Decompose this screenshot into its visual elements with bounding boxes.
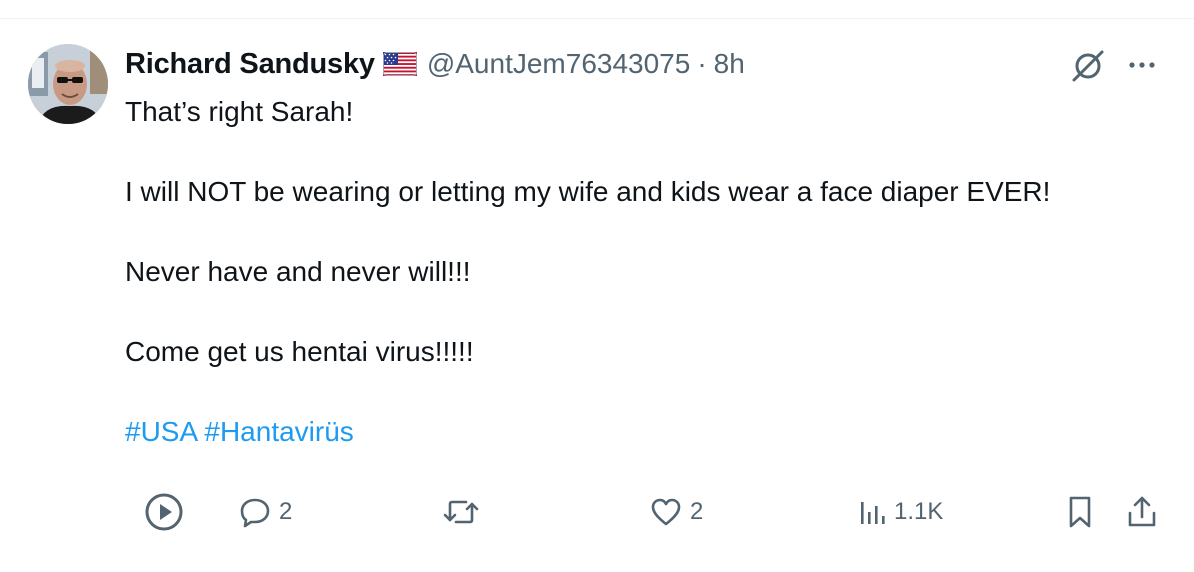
play-button[interactable]	[143, 490, 185, 534]
us-flag-icon	[382, 52, 417, 76]
tweet-paragraph: Never have and never will!!!	[125, 256, 471, 287]
views-button[interactable]: 1.1K	[858, 490, 943, 534]
repost-button[interactable]	[440, 490, 482, 534]
grok-icon[interactable]	[1068, 46, 1108, 86]
tweet-body: That’s right Sarah! I will NOT be wearin…	[125, 92, 1165, 452]
views-count: 1.1K	[894, 498, 944, 525]
author-display-name[interactable]: Richard Sandusky	[125, 48, 375, 81]
play-icon	[143, 491, 185, 533]
tweet-timestamp[interactable]: 8h	[714, 48, 745, 80]
heart-icon	[648, 494, 684, 530]
tweet-header: Richard Sandusky @AuntJem76343075 · 8h	[125, 44, 745, 84]
reply-icon	[237, 494, 273, 530]
repost-icon	[440, 494, 482, 530]
hashtag-usa[interactable]: #USA	[125, 416, 197, 447]
like-count: 2	[690, 498, 704, 525]
tweet-paragraph: Come get us hentai virus!!!!!	[125, 336, 474, 367]
views-icon	[858, 494, 888, 530]
top-divider	[0, 18, 1194, 19]
tweet-paragraph: That’s right Sarah!	[125, 96, 354, 127]
author-handle[interactable]: @AuntJem76343075	[427, 48, 691, 80]
hashtag-line: #USA #Hantavirüs	[125, 412, 1165, 452]
reply-button[interactable]: 2	[237, 490, 292, 534]
bookmark-icon	[1064, 493, 1096, 531]
hashtag-hantavirus[interactable]: #Hantavirüs	[204, 416, 353, 447]
share-icon	[1124, 493, 1160, 531]
more-icon[interactable]	[1124, 50, 1160, 80]
share-button[interactable]	[1124, 490, 1160, 534]
tweet-paragraph: I will NOT be wearing or letting my wife…	[125, 176, 1051, 207]
like-button[interactable]: 2	[648, 490, 703, 534]
action-bar: 2 2 1.1K	[0, 490, 1194, 534]
reply-count: 2	[279, 498, 293, 525]
avatar[interactable]	[28, 44, 108, 124]
bookmark-button[interactable]	[1064, 490, 1096, 534]
separator-dot: ·	[697, 48, 707, 79]
